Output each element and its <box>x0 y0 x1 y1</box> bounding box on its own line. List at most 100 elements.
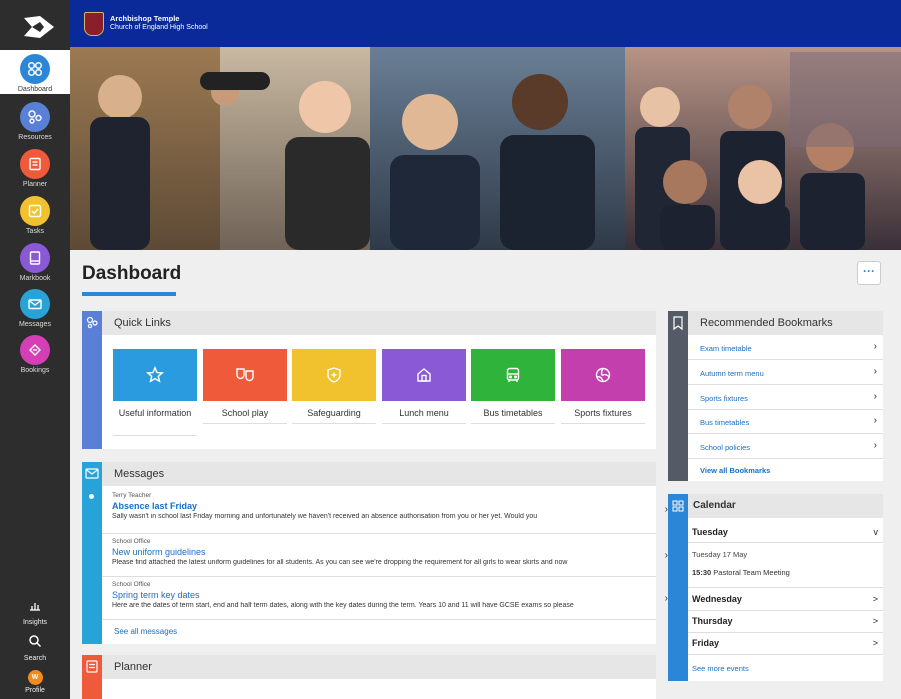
sidebar-item-dashboard[interactable]: Dashboard <box>0 50 70 94</box>
calendar-day-label: Tuesday <box>692 527 728 537</box>
sidebar: Dashboard Resources Planner Tasks Markbo… <box>0 0 70 699</box>
sidebar-item-insights[interactable]: Insights <box>0 598 70 626</box>
quick-link-bus-timetables[interactable] <box>471 349 555 401</box>
sidebar-item-bookings[interactable]: Bookings <box>0 331 70 375</box>
page-title-underline <box>82 292 176 296</box>
bookmarks-title: Recommended Bookmarks <box>700 317 833 329</box>
quick-link-sports-fixtures[interactable] <box>561 349 645 401</box>
divider <box>688 542 883 543</box>
planner-stripe <box>82 655 102 699</box>
sidebar-item-resources[interactable]: Resources <box>0 98 70 142</box>
bookmark-item[interactable]: School policies › <box>688 435 883 459</box>
calendar-event[interactable]: 15:30 Pastoral Team Meeting <box>692 568 790 577</box>
divider <box>113 435 197 436</box>
message-preview: Sally wasn't in school last Friday morni… <box>112 513 538 520</box>
more-options-button[interactable]: ··· <box>857 261 881 285</box>
quick-link-label[interactable]: Bus timetables <box>471 407 555 419</box>
home-icon <box>417 368 431 382</box>
calendar-event-name: Pastoral Team Meeting <box>713 568 790 577</box>
quick-link-label[interactable]: Useful information <box>113 407 197 419</box>
quick-links-panel: Quick Links Useful information School pl… <box>82 311 656 449</box>
envelope-icon <box>20 289 50 319</box>
bookmark-link[interactable]: Bus timetables <box>700 418 749 427</box>
bookmark-link[interactable]: Sports fixtures <box>700 394 748 403</box>
quick-link-safeguarding[interactable] <box>292 349 376 401</box>
see-more-events-link[interactable]: See more events <box>692 664 749 673</box>
message-item[interactable]: Terry Teacher Absence last Friday Sally … <box>112 492 668 520</box>
message-item[interactable]: School Office Spring term key dates Here… <box>112 581 668 609</box>
calendar-day-label: Wednesday <box>692 594 742 604</box>
messages-header <box>82 462 656 486</box>
calendar-day-label: Thursday <box>692 616 733 626</box>
school-name-line2: Church of England High School <box>110 24 208 31</box>
sidebar-item-search[interactable]: Search <box>0 634 70 662</box>
sidebar-item-label: Insights <box>22 619 48 626</box>
grid-icon <box>672 500 684 512</box>
chevron-right-icon[interactable]: > <box>873 638 878 648</box>
message-subject[interactable]: Spring term key dates <box>112 590 658 600</box>
divider <box>102 576 656 577</box>
bookmark-link[interactable]: Exam timetable <box>700 344 752 353</box>
quick-links-title: Quick Links <box>114 317 171 329</box>
messages-title: Messages <box>114 468 165 480</box>
quick-link-lunch-menu[interactable] <box>382 349 466 401</box>
app-logo-icon[interactable] <box>22 14 56 40</box>
bookmark-item[interactable]: Exam timetable › <box>688 336 883 360</box>
quick-link-label[interactable]: Safeguarding <box>292 407 376 419</box>
bookmark-link[interactable]: School policies <box>700 443 750 452</box>
shield-icon <box>327 367 341 383</box>
message-item[interactable]: School Office New uniform guidelines Ple… <box>112 538 668 566</box>
resources-icon <box>20 102 50 132</box>
calendar-day-friday[interactable]: Friday > <box>692 638 882 648</box>
calendar-day-tuesday[interactable]: Tuesday v <box>692 527 882 537</box>
message-sender: Terry Teacher <box>112 492 152 499</box>
chevron-right-icon[interactable]: > <box>873 594 878 604</box>
divider <box>561 423 645 424</box>
divider <box>203 423 287 424</box>
sidebar-item-planner[interactable]: Planner <box>0 145 70 189</box>
message-subject[interactable]: Absence last Friday <box>112 501 658 511</box>
view-all-bookmarks-link[interactable]: View all Bookmarks <box>700 466 770 475</box>
unread-indicator <box>89 494 94 499</box>
markbook-icon <box>20 243 50 273</box>
quick-link-label[interactable]: Lunch menu <box>382 407 466 419</box>
quick-link-useful-information[interactable] <box>113 349 197 401</box>
volleyball-icon <box>595 367 611 383</box>
bookmarks-panel: Recommended Bookmarks Exam timetable › Au… <box>668 311 883 481</box>
planner-header <box>82 655 656 679</box>
page-title: Dashboard <box>82 263 182 284</box>
chevron-right-icon: › <box>873 415 877 426</box>
sidebar-item-profile[interactable]: W Profile <box>0 670 70 694</box>
quick-link-label[interactable]: School play <box>203 407 287 419</box>
sidebar-item-tasks[interactable]: Tasks <box>0 192 70 236</box>
theatre-masks-icon <box>236 368 254 382</box>
chevron-right-icon[interactable]: > <box>873 616 878 626</box>
sidebar-item-markbook[interactable]: Markbook <box>0 239 70 283</box>
bookmarks-stripe <box>668 311 688 481</box>
bookmark-link[interactable]: Autumn term menu <box>700 369 764 378</box>
avatar: W <box>27 670 43 685</box>
see-all-messages-link[interactable]: See all messages <box>114 627 177 636</box>
divider <box>688 632 883 633</box>
quick-link-label[interactable]: Sports fixtures <box>561 407 645 419</box>
quick-link-school-play[interactable] <box>203 349 287 401</box>
chevron-right-icon: › <box>873 440 877 451</box>
quick-links-stripe <box>82 311 102 449</box>
bookmark-item[interactable]: Sports fixtures › <box>688 386 883 410</box>
message-subject[interactable]: New uniform guidelines <box>112 547 658 557</box>
divider <box>688 610 883 611</box>
sidebar-item-label: Resources <box>18 134 52 141</box>
message-sender: School Office <box>112 581 151 588</box>
sidebar-item-label: Profile <box>25 687 45 694</box>
message-sender: School Office <box>112 538 151 545</box>
chevron-right-icon: › <box>873 341 877 352</box>
chevron-right-icon: › <box>873 366 877 377</box>
star-icon <box>146 366 164 383</box>
calendar-day-thursday[interactable]: Thursday > <box>692 616 882 626</box>
bookmark-item[interactable]: Bus timetables › <box>688 410 883 434</box>
calendar-day-wednesday[interactable]: Wednesday > <box>692 594 882 604</box>
bookmark-item[interactable]: Autumn term menu › <box>688 361 883 385</box>
chevron-down-icon[interactable]: v <box>874 527 879 537</box>
banner-image <box>70 47 901 250</box>
sidebar-item-messages[interactable]: Messages <box>0 285 70 329</box>
